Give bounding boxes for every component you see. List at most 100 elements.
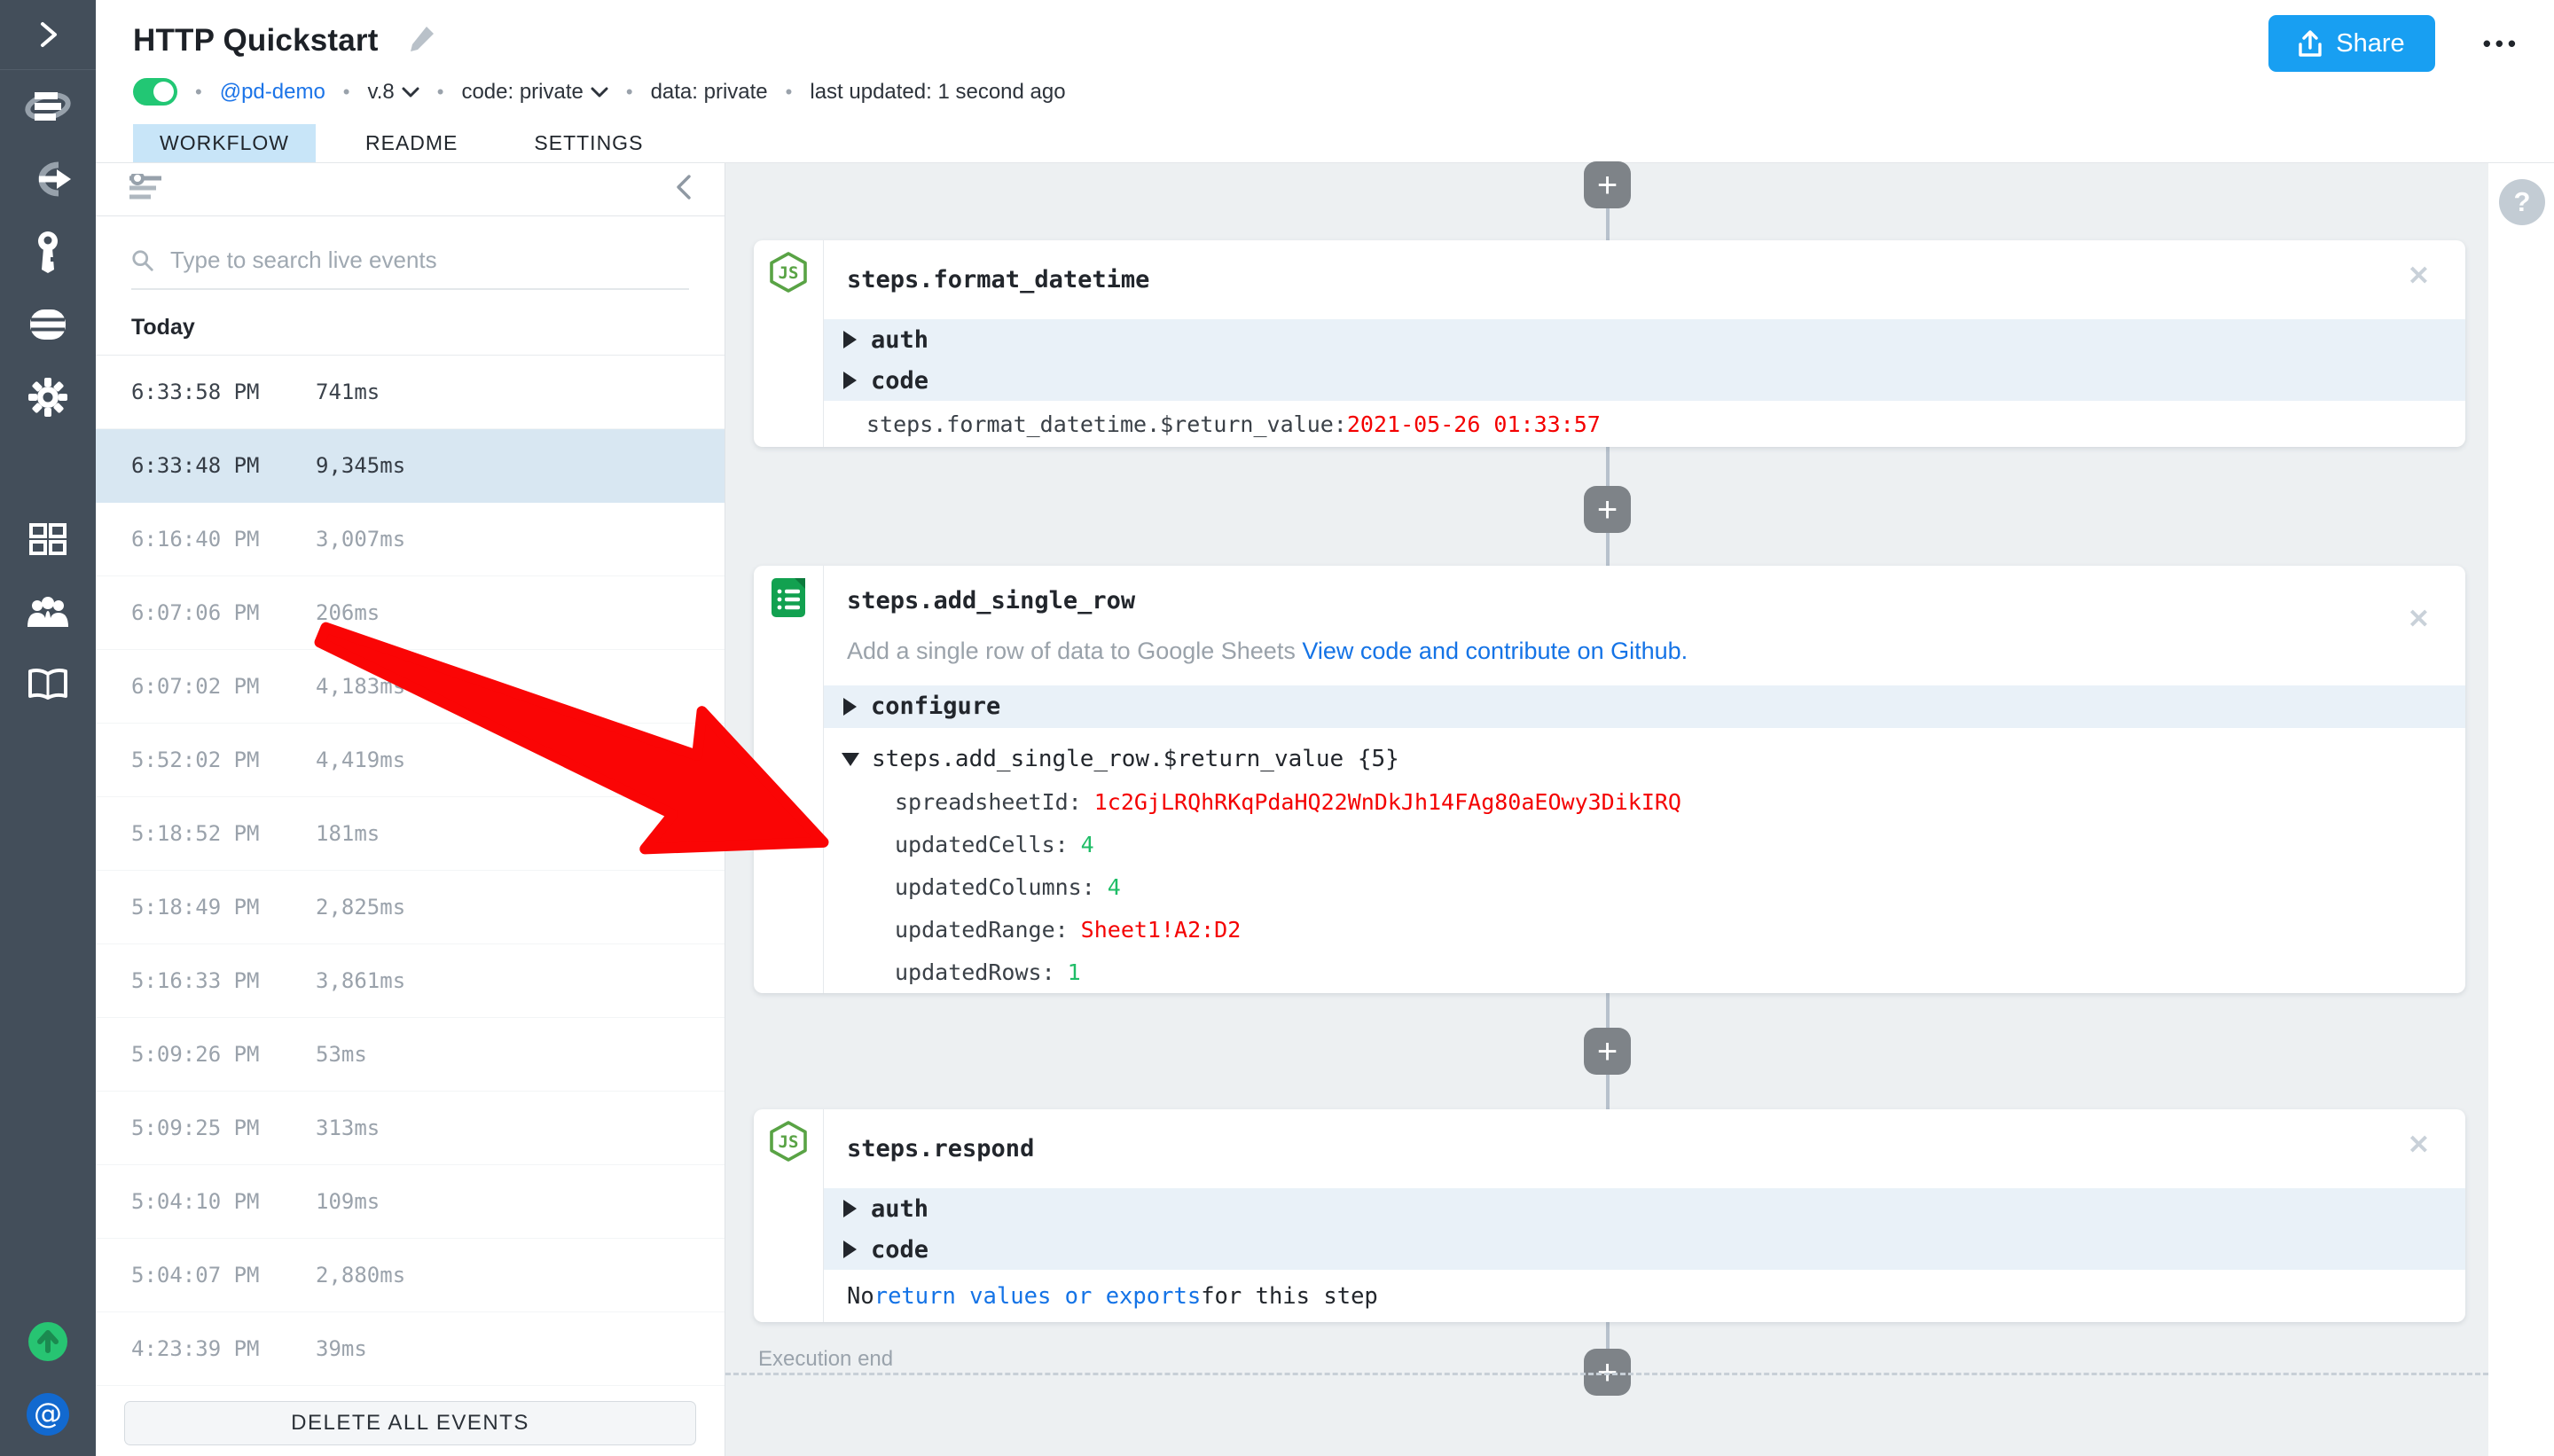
workflow-active-toggle[interactable] <box>133 78 177 106</box>
tab-settings[interactable]: SETTINGS <box>507 124 670 162</box>
no-return-values-row: No return values or exports for this ste… <box>824 1270 2465 1322</box>
version-dropdown[interactable]: v.8 <box>368 80 419 105</box>
add-step-button[interactable]: + <box>1584 486 1631 533</box>
filter-sliders-icon[interactable] <box>129 174 165 205</box>
edit-title-pencil-icon[interactable] <box>409 25 435 58</box>
return-property-row: updatedColumns:4 <box>824 865 2465 908</box>
step-card-add-single-row: steps.add_single_row Add a single row of… <box>754 566 2465 993</box>
event-row[interactable]: 5:16:33 PM3,861ms <box>96 944 725 1018</box>
property-value: 4 <box>1081 832 1094 857</box>
tab-workflow[interactable]: WORKFLOW <box>133 124 316 162</box>
left-nav-rail: @ <box>0 0 96 1456</box>
help-rail: ? <box>2488 163 2554 1456</box>
collapse-panel-chevron-icon[interactable] <box>675 173 693 206</box>
event-time: 5:04:07 PM <box>131 1263 262 1288</box>
meta-dot: • <box>195 81 202 104</box>
tab-readme[interactable]: README <box>339 124 484 162</box>
property-key: updatedRows: <box>895 959 1055 985</box>
page-title: HTTP Quickstart <box>133 23 379 59</box>
add-step-button[interactable]: + <box>1584 161 1631 208</box>
property-key: updatedRange: <box>895 917 1069 943</box>
property-value: Sheet1!A2:D2 <box>1081 917 1242 943</box>
delete-all-events-button[interactable]: DELETE ALL EVENTS <box>124 1401 696 1445</box>
account-avatar[interactable]: @ <box>0 1378 96 1451</box>
event-duration: 4,419ms <box>316 748 405 772</box>
event-row[interactable]: 6:16:40 PM 3,007ms <box>96 503 725 576</box>
return-value-properties: spreadsheetId:1c2GjLRQhRKqPdaHQ22WnDkJh1… <box>824 780 2465 993</box>
return-property-row: spreadsheetId:1c2GjLRQhRKqPdaHQ22WnDkJh1… <box>824 780 2465 823</box>
nodejs-icon: JS <box>768 1120 809 1162</box>
docs-book-icon[interactable] <box>0 648 96 721</box>
event-time: 5:52:02 PM <box>131 748 262 772</box>
event-duration: 313ms <box>316 1115 380 1140</box>
close-card-icon[interactable]: ✕ <box>2408 1132 2430 1159</box>
event-row[interactable]: 5:18:52 PM181ms <box>96 797 725 871</box>
svg-text:@: @ <box>34 1397 62 1430</box>
property-value: 4 <box>1108 874 1121 900</box>
return-property-row: updatedCells:4 <box>824 823 2465 865</box>
code-section-toggle[interactable]: code <box>824 360 2465 401</box>
event-time: 6:33:48 PM <box>131 453 262 478</box>
event-duration: 3,007ms <box>316 527 405 552</box>
step-title: steps.add_single_row <box>847 587 2465 614</box>
event-duration: 206ms <box>316 600 380 625</box>
settings-gear-icon[interactable] <box>0 361 96 434</box>
close-card-icon[interactable]: ✕ <box>2408 607 2430 633</box>
event-time: 5:04:10 PM <box>131 1189 262 1214</box>
event-duration: 741ms <box>316 380 380 404</box>
execution-end-label: Execution end <box>758 1347 893 1372</box>
code-section-toggle[interactable]: code <box>824 1229 2465 1270</box>
help-button[interactable]: ? <box>2499 179 2545 225</box>
code-visibility-dropdown[interactable]: code: private <box>461 80 607 105</box>
event-time: 6:33:58 PM <box>131 380 262 404</box>
event-row[interactable]: 5:18:49 PM2,825ms <box>96 871 725 944</box>
meta-dot: • <box>437 81 444 104</box>
event-row[interactable]: 6:07:02 PM4,183ms <box>96 650 725 724</box>
event-row[interactable]: 5:04:10 PM109ms <box>96 1165 725 1239</box>
configure-section-toggle[interactable]: configure <box>824 685 2465 728</box>
search-input[interactable] <box>170 247 689 274</box>
auth-section-toggle[interactable]: auth <box>824 319 2465 360</box>
exports-docs-link[interactable]: return values or exports <box>874 1283 1201 1310</box>
tab-bar: WORKFLOW README SETTINGS <box>96 124 2554 163</box>
workflow-header: HTTP Quickstart • @pd-demo • v.8 • <box>96 0 2554 124</box>
event-row[interactable]: 5:09:26 PM 53ms <box>96 1018 725 1092</box>
community-icon[interactable] <box>0 575 96 648</box>
event-row[interactable]: 5:09:25 PM313ms <box>96 1092 725 1165</box>
auth-section-toggle[interactable]: auth <box>824 1188 2465 1229</box>
sql-data-icon[interactable] <box>0 288 96 361</box>
event-time: 6:07:02 PM <box>131 674 262 699</box>
more-options-ellipsis-icon[interactable]: ••• <box>2483 30 2520 58</box>
meta-dot: • <box>786 81 793 104</box>
github-link[interactable]: View code and contribute on Github. <box>1302 638 1688 664</box>
event-time: 5:09:26 PM <box>131 1042 262 1067</box>
event-row[interactable]: 6:07:06 PM206ms <box>96 576 725 650</box>
event-row[interactable]: 6:33:58 PM 741ms <box>96 356 725 429</box>
live-events-panel: Today 6:33:58 PM741ms6:33:48 PM9,345ms6:… <box>96 163 725 1456</box>
pipedream-logo-icon[interactable] <box>0 70 96 143</box>
app-window: @ HTTP Quickstart • @pd-demo • <box>0 0 2554 1456</box>
event-time: 6:16:40 PM <box>131 527 262 552</box>
expand-sidebar-chevron-icon[interactable] <box>0 0 96 69</box>
keys-icon[interactable] <box>0 215 96 288</box>
share-button[interactable]: Share <box>2268 15 2434 72</box>
step-description: Add a single row of data to Google Sheet… <box>847 638 2465 665</box>
event-time: 5:18:49 PM <box>131 895 262 920</box>
apps-grid-icon[interactable] <box>0 503 96 575</box>
google-sheets-icon <box>768 576 809 619</box>
search-icon <box>131 248 154 273</box>
status-up-icon[interactable] <box>0 1305 96 1378</box>
event-row[interactable]: 5:52:02 PM 4,419ms <box>96 724 725 797</box>
return-value-expander[interactable]: steps.add_single_row.$return_value {5} <box>824 739 2465 780</box>
event-duration: 53ms <box>316 1042 367 1067</box>
meta-dot: • <box>626 81 633 104</box>
close-card-icon[interactable]: ✕ <box>2408 263 2430 290</box>
workspace-link[interactable]: @pd-demo <box>220 80 325 105</box>
event-row[interactable]: 5:04:07 PM2,880ms <box>96 1239 725 1312</box>
event-sources-icon[interactable] <box>0 143 96 215</box>
property-value: 1 <box>1068 959 1081 985</box>
event-row[interactable]: 6:33:48 PM9,345ms <box>96 429 725 503</box>
event-row[interactable]: 4:23:39 PM39ms <box>96 1312 725 1386</box>
add-step-button[interactable]: + <box>1584 1028 1631 1075</box>
event-list: 6:33:58 PM741ms6:33:48 PM9,345ms6:16:40 … <box>96 356 725 1389</box>
